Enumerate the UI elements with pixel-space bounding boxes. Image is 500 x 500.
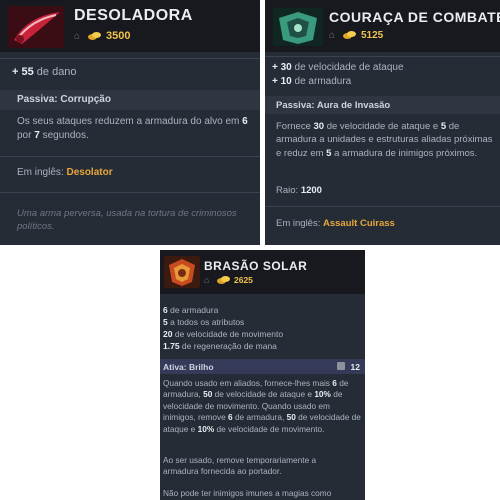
assault-passive-text: Fornece 30 de velocidade de ataque e 5 d… xyxy=(276,121,493,159)
solar-crest-text-3: Não pode ter inimigos imunes a magias co… xyxy=(163,488,332,498)
assault-cost: ⌂ 5125 xyxy=(329,30,383,41)
assault-title: COURAÇA DE COMBATE xyxy=(329,9,500,25)
solar-crest-cost: ⌂ 2625 xyxy=(204,275,253,285)
gold-coins-icon xyxy=(343,31,356,40)
desolator-title: DESOLADORA xyxy=(74,7,193,24)
assault-english-name: Em inglês: Assault Cuirass xyxy=(276,218,395,229)
solar-crest-price: 2625 xyxy=(234,275,253,285)
assault-stat-armor: + 10 de armadura xyxy=(272,76,352,87)
solar-crest-stat-attributes: 5 a todos os atributos xyxy=(163,317,245,327)
solar-crest-stat-armor: 6 de armadura xyxy=(163,305,219,315)
desolator-passive-header: Passiva: Corrupção xyxy=(0,90,260,110)
divider xyxy=(0,192,260,193)
desolator-english-name: Em inglês: Desolator xyxy=(17,167,113,178)
desolator-passive-text: Os seus ataques reduzem a armadura do al… xyxy=(17,116,248,142)
desolator-cost: ⌂ 3500 xyxy=(74,30,130,42)
solar-crest-title: BRASÃO SOLAR xyxy=(204,259,308,273)
assault-price: 5125 xyxy=(361,30,384,41)
solar-crest-active-text: Quando usado em aliados, fornece-lhes ma… xyxy=(163,378,361,434)
solar-crest-text-2: Ao ser usado, remove temporariamente a a… xyxy=(163,455,317,477)
solar-crest-cooldown: 12 xyxy=(350,362,360,372)
divider xyxy=(0,156,260,157)
gold-coins-icon xyxy=(217,275,230,285)
house-icon: ⌂ xyxy=(329,30,336,41)
assault-cuirass-item-icon xyxy=(273,8,323,46)
solar-crest-tooltip: BRASÃO SOLAR ⌂ 2625 6 de armadura 5 a to… xyxy=(160,250,365,500)
solar-crest-item-icon xyxy=(164,256,200,288)
desolator-price: 3500 xyxy=(106,30,131,42)
assault-cuirass-tooltip: COURAÇA DE COMBATE ⌂ 5125 + 30 de veloci… xyxy=(265,0,500,245)
solar-crest-stat-mana-regen: 1.75 de regeneração de mana xyxy=(163,341,277,351)
desolator-stat-damage: + 55 de dano xyxy=(12,66,77,78)
desolator-lore: Uma arma perversa, usada na tortura de c… xyxy=(17,208,237,233)
divider xyxy=(0,58,260,59)
solar-crest-active-header: Ativa: Brilho 12 xyxy=(160,359,365,374)
assault-radius: Raio: 1200 xyxy=(276,185,322,196)
assault-passive-header: Passiva: Aura de Invasão xyxy=(265,96,500,114)
cooldown-icon xyxy=(337,362,345,370)
house-icon: ⌂ xyxy=(74,30,81,42)
divider xyxy=(265,206,500,207)
assault-stat-attack-speed: + 30 de velocidade de ataque xyxy=(272,62,404,73)
desolator-item-icon xyxy=(8,6,64,48)
house-icon: ⌂ xyxy=(204,274,210,285)
solar-crest-stat-movement: 20 de velocidade de movimento xyxy=(163,329,284,339)
desolator-tooltip: DESOLADORA ⌂ 3500 + 55 de dano Passiva: … xyxy=(0,0,260,245)
divider xyxy=(265,56,500,57)
gold-coins-icon xyxy=(88,31,101,41)
